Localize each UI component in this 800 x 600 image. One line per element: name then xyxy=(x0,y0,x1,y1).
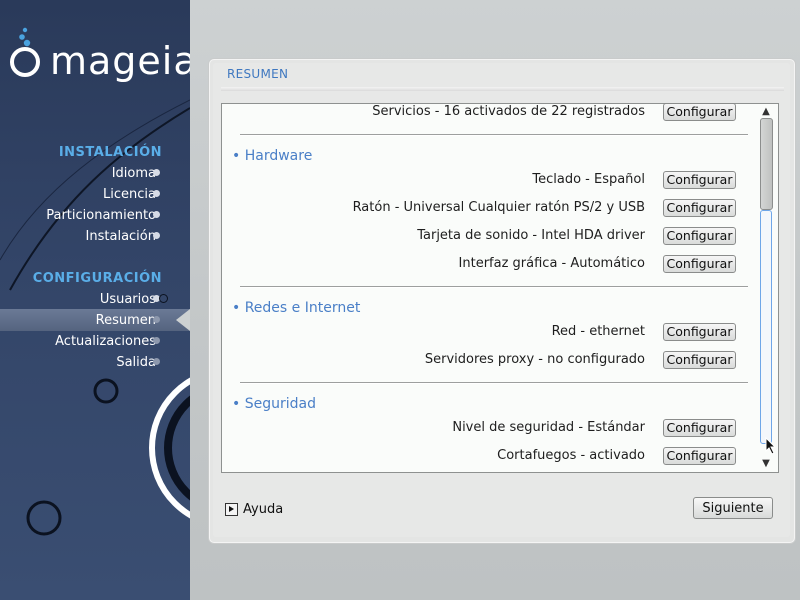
configure-proxy-button[interactable]: Configurar xyxy=(663,351,736,369)
step-actualizaciones: Actualizaciones xyxy=(55,334,156,349)
step-active-dot xyxy=(153,316,160,323)
configure-security-button[interactable]: Configurar xyxy=(663,419,736,437)
configure-sound-button[interactable]: Configurar xyxy=(663,227,736,245)
step-idioma: Idioma xyxy=(111,166,156,181)
step-done-dot xyxy=(153,211,160,218)
step-resumen: Resumen xyxy=(95,313,156,328)
row-sonido-label: Tarjeta de sonido - Intel HDA driver xyxy=(417,228,645,243)
active-step-pointer-icon xyxy=(176,309,190,331)
configure-mouse-button[interactable]: Configurar xyxy=(663,199,736,217)
next-button[interactable]: Siguiente xyxy=(693,497,773,519)
triangle-right-icon xyxy=(225,502,238,516)
section-divider-highlight xyxy=(240,135,748,136)
help-expander[interactable]: Ayuda xyxy=(225,500,283,518)
step-licencia: Licencia xyxy=(103,187,156,202)
sidebar: mageia INSTALACIÓN Idioma Licencia Parti… xyxy=(0,0,190,600)
configure-keyboard-button[interactable]: Configurar xyxy=(663,171,736,189)
section-divider-highlight xyxy=(240,383,748,384)
step-salida: Salida xyxy=(116,355,156,370)
logo-text: mageia xyxy=(50,39,190,83)
mageia-logo-icon xyxy=(10,27,40,77)
scrollbar-lower-region[interactable] xyxy=(760,210,772,444)
row-proxy-label: Servidores proxy - no configurado xyxy=(424,352,645,367)
step-instalacion: Instalación xyxy=(85,229,156,244)
row-cortafuegos-label: Cortafuegos - activado xyxy=(497,448,645,463)
help-label: Ayuda xyxy=(243,501,284,517)
step-usuarios: Usuarios xyxy=(99,292,156,307)
row-red-label: Red - ethernet xyxy=(551,324,645,339)
step-pending-dot xyxy=(153,337,160,344)
step-done-dot xyxy=(153,169,160,176)
scroll-up-arrow-icon[interactable]: ▲ xyxy=(758,105,774,119)
mouse-pointer-icon xyxy=(765,437,777,455)
scrollbar-thumb[interactable] xyxy=(760,118,773,210)
section-title-configuracion: CONFIGURACIÓN xyxy=(32,271,162,286)
group-title-security: • Seguridad xyxy=(232,396,316,412)
row-grafica-label: Interfaz gráfica - Automático xyxy=(458,256,645,271)
row-servicios-label: Servicios - 16 activados de 22 registrad… xyxy=(372,104,645,119)
row-raton-label: Ratón - Universal Cualquier ratón PS/2 y… xyxy=(352,200,645,215)
title-divider xyxy=(221,87,784,91)
step-pending-dot xyxy=(153,358,160,365)
group-title-network: • Redes e Internet xyxy=(232,300,361,316)
page-title: RESUMEN xyxy=(227,67,289,81)
configure-firewall-button[interactable]: Configurar xyxy=(663,447,736,465)
section-title-instalacion: INSTALACIÓN xyxy=(58,145,162,160)
step-done-dot xyxy=(153,190,160,197)
step-ring-icon xyxy=(159,294,168,303)
section-divider-highlight xyxy=(240,287,748,288)
row-seguridad-label: Nivel de seguridad - Estándar xyxy=(452,420,645,435)
step-done-dot xyxy=(153,232,160,239)
scroll-down-arrow-icon[interactable]: ▼ xyxy=(758,457,774,471)
configure-services-button[interactable]: Configurar xyxy=(663,103,736,121)
row-teclado-label: Teclado - Español xyxy=(532,172,645,187)
group-title-hardware: • Hardware xyxy=(232,148,313,164)
configure-network-button[interactable]: Configurar xyxy=(663,323,736,341)
step-particionamiento: Particionamiento xyxy=(46,208,156,223)
configure-graphics-button[interactable]: Configurar xyxy=(663,255,736,273)
